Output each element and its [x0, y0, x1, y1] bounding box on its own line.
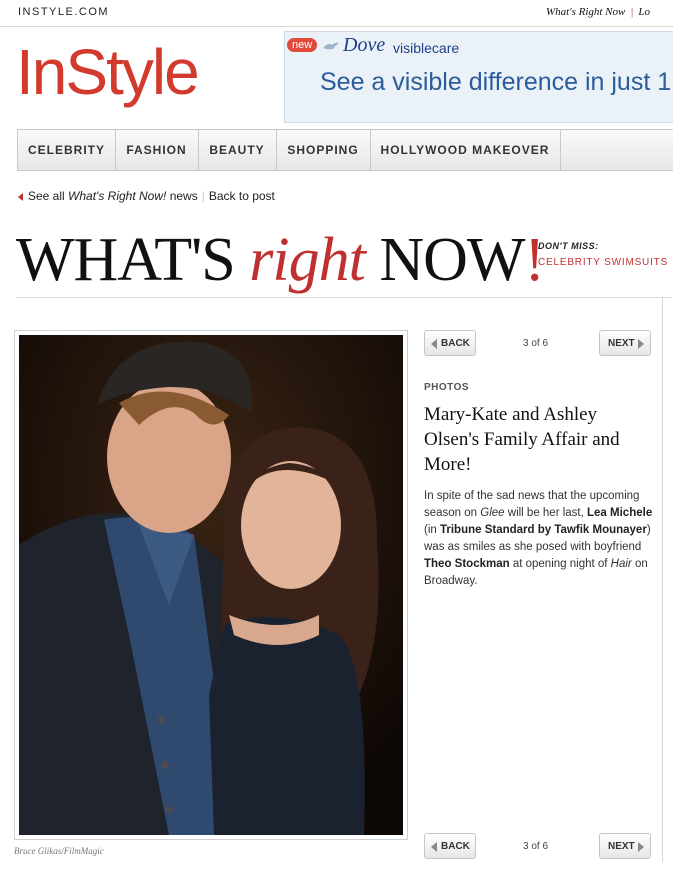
content-divider — [662, 297, 663, 862]
heading-part-now: NOW — [364, 226, 525, 294]
body-text-5: at opening night of — [509, 558, 611, 570]
nav-hollywood-makeover[interactable]: HOLLYWOOD MAKEOVER — [370, 130, 561, 170]
page-count-bottom: 3 of 6 — [523, 841, 549, 852]
left-arrow-icon — [18, 192, 23, 201]
back-label-top: BACK — [441, 338, 470, 349]
gallery-photo[interactable] — [19, 335, 403, 835]
next-button-bottom[interactable]: NEXT — [599, 833, 651, 859]
couple-photo-illustration — [19, 335, 403, 835]
nav-fashion[interactable]: FASHION — [115, 130, 199, 170]
article-body: In spite of the sad news that the upcomi… — [424, 488, 656, 590]
ad-headline: See a visible difference in just 1 — [320, 68, 672, 96]
photo-frame — [14, 330, 408, 840]
dont-miss-label: DON'T MISS: — [538, 241, 599, 251]
next-label-top: NEXT — [608, 338, 635, 349]
dove-bird-icon — [323, 42, 339, 50]
section-label: PHOTOS — [424, 382, 470, 393]
body-lea-michele[interactable]: Lea Michele — [587, 507, 652, 519]
heading-part-right: right — [249, 226, 366, 294]
left-triangle-icon — [431, 339, 437, 349]
body-designer[interactable]: Tribune Standard by Tawfik Mounayer — [440, 524, 647, 536]
body-glee: Glee — [480, 507, 505, 519]
nav-beauty[interactable]: BEAUTY — [198, 130, 277, 170]
right-triangle-icon — [638, 842, 644, 852]
heading-part-whats: WHAT'S — [16, 226, 250, 294]
nav-shopping[interactable]: SHOPPING — [276, 130, 371, 170]
new-badge: new — [287, 38, 318, 52]
body-hair: Hair — [610, 558, 632, 570]
top-links: What's Right Now | Lo — [546, 6, 650, 18]
back-to-post-link[interactable]: Back to post — [209, 189, 275, 203]
instyle-logo[interactable]: InStyle — [16, 40, 200, 104]
see-all-link[interactable]: See all What's Right Now! news — [28, 189, 198, 203]
ad-brand: Dove — [343, 34, 386, 56]
site-name-link[interactable]: INSTYLE.COM — [18, 6, 109, 18]
back-button-bottom[interactable]: BACK — [424, 833, 476, 859]
top-bar: INSTYLE.COM What's Right Now | Lo — [0, 0, 673, 27]
section-header: WHAT'S right NOW! DON'T MISS: CELEBRITY … — [16, 217, 672, 298]
ad-banner[interactable]: new Dove visiblecare See a visible diffe… — [284, 31, 673, 123]
body-text-2: will be her last, — [504, 507, 588, 519]
right-triangle-icon — [638, 339, 644, 349]
photo-credit: Bruce Glikas/FilmMagic — [14, 846, 104, 856]
next-label-bottom: NEXT — [608, 841, 635, 852]
page-count-top: 3 of 6 — [523, 338, 549, 349]
body-theo-stockman[interactable]: Theo Stockman — [424, 558, 510, 570]
breadcrumb: See all What's Right Now! news | Back to p… — [18, 189, 275, 203]
see-all-italic: What's Right Now! — [68, 189, 167, 203]
back-label-bottom: BACK — [441, 841, 470, 852]
ad-brand-sub: visiblecare — [393, 40, 460, 56]
back-button-top[interactable]: BACK — [424, 330, 476, 356]
breadcrumb-divider: | — [201, 189, 205, 203]
whats-right-now-heading: WHAT'S right NOW! — [16, 225, 545, 295]
next-button-top[interactable]: NEXT — [599, 330, 651, 356]
see-all-prefix: See all — [28, 189, 69, 203]
nav-celebrity[interactable]: CELEBRITY — [18, 130, 116, 170]
main-nav: CELEBRITY FASHION BEAUTY SHOPPING HOLLYW… — [17, 129, 673, 171]
top-link-truncated[interactable]: Lo — [638, 6, 650, 18]
top-links-separator: | — [630, 6, 634, 18]
body-text-3: (in — [424, 524, 440, 536]
left-triangle-icon — [431, 842, 437, 852]
whats-right-now-link[interactable]: What's Right Now — [546, 6, 625, 18]
see-all-suffix: news — [166, 189, 198, 203]
article-title: Mary-Kate and Ashley Olsen's Family Affa… — [424, 404, 620, 475]
celebrity-swimsuits-link[interactable]: CELEBRITY SWIMSUITS — [538, 257, 668, 268]
